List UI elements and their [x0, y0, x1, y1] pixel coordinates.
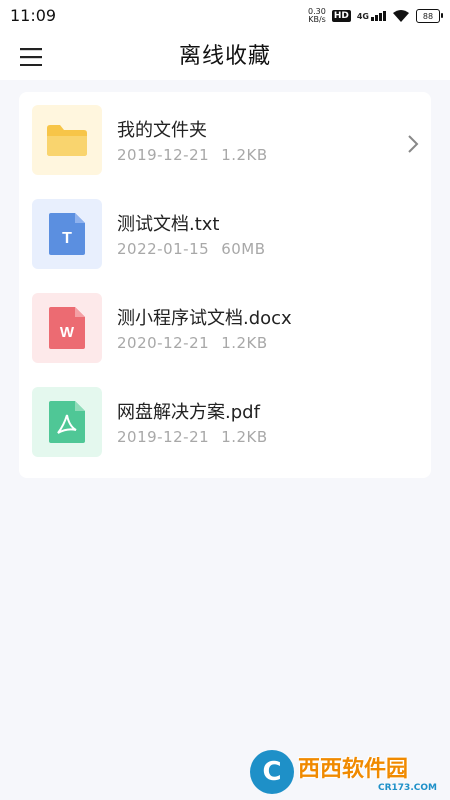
list-item-txt[interactable]: T 测试文档.txt 2022-01-15 60MB: [19, 186, 431, 280]
file-name: 我的文件夹: [117, 120, 207, 141]
list-item-docx[interactable]: W 测小程序试文档.docx 2020-12-21 1.2KB: [19, 280, 431, 374]
file-meta: 2022-01-15 60MB: [117, 240, 266, 258]
list-item-folder[interactable]: 我的文件夹 2019-12-21 1.2KB: [19, 92, 431, 186]
txt-file-icon: T: [32, 199, 102, 269]
file-date: 2020-12-21: [117, 334, 210, 352]
app-header: 离线收藏: [0, 32, 450, 80]
file-size: 1.2KB: [221, 428, 268, 446]
file-date: 2019-12-21: [117, 146, 210, 164]
pdf-file-icon: [32, 387, 102, 457]
watermark-logo-icon: C: [250, 750, 294, 794]
svg-text:W: W: [60, 324, 75, 341]
file-date: 2019-12-21: [117, 428, 210, 446]
chevron-right-icon: [408, 135, 419, 153]
watermark-text: 西西软件园 CR173.COM: [298, 751, 437, 793]
battery-icon: 88: [416, 9, 443, 23]
status-bar: 11:09 0.30 KB/s HD 4G 88: [0, 0, 450, 32]
word-file-icon: W: [32, 293, 102, 363]
file-list: 我的文件夹 2019-12-21 1.2KB T 测试文档.txt 2022-01…: [19, 92, 431, 478]
file-meta: 2020-12-21 1.2KB: [117, 334, 268, 352]
network-type: 4G: [356, 12, 369, 21]
status-indicators: 0.30 KB/s HD 4G 88: [308, 6, 443, 26]
page-title: 离线收藏: [178, 44, 271, 69]
watermark: C 西西软件园 CR173.COM: [250, 748, 446, 796]
file-size: 1.2KB: [221, 146, 268, 164]
watermark-brand: 西西软件园: [298, 757, 409, 782]
battery-level: 88: [422, 11, 434, 21]
watermark-domain: CR173.COM: [378, 783, 437, 793]
list-item-pdf[interactable]: 网盘解决方案.pdf 2019-12-21 1.2KB: [19, 374, 431, 468]
status-time: 11:09: [10, 6, 57, 25]
file-size: 60MB: [221, 240, 266, 258]
file-name: 测试文档.txt: [117, 214, 220, 235]
wifi-icon: [393, 10, 409, 22]
net-speed-unit: KB/s: [308, 15, 326, 24]
file-meta: 2019-12-21 1.2KB: [117, 146, 268, 164]
svg-text:T: T: [62, 230, 72, 247]
file-name: 网盘解决方案.pdf: [117, 402, 260, 423]
file-size: 1.2KB: [221, 334, 268, 352]
net-speed: 0.30 KB/s: [308, 8, 326, 24]
hd-icon: HD: [331, 10, 351, 22]
folder-icon: [32, 105, 102, 175]
file-date: 2022-01-15: [117, 240, 210, 258]
file-name: 测小程序试文档.docx: [117, 308, 292, 329]
signal-icon: 4G: [357, 11, 386, 21]
file-meta: 2019-12-21 1.2KB: [117, 428, 268, 446]
